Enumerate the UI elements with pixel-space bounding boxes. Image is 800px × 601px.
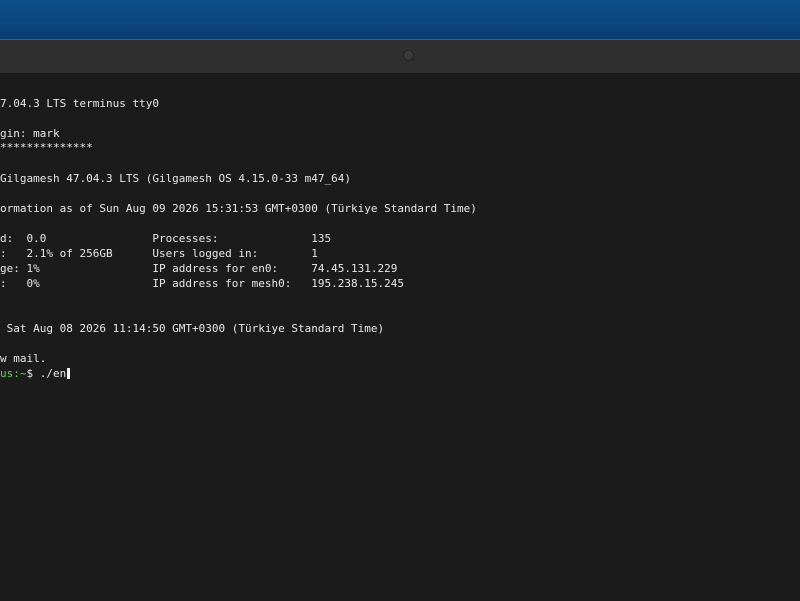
terminal-line: gin: mark [0,127,60,140]
terminal-line: Sat Aug 08 2026 11:14:50 GMT+0300 (Türki… [0,322,385,335]
terminal-line: Gilgamesh 47.04.3 LTS (Gilgamesh OS 4.15… [0,172,351,185]
terminal-output[interactable]: 7.04.3 LTS terminus tty0 gin: mark *****… [0,73,800,601]
terminal-line: : 0% IP address for mesh0: 195.238.15.24… [0,277,404,290]
text-cursor [67,368,71,379]
prompt-line[interactable]: us:~$ ./en [0,366,71,381]
terminal-line: ************** [0,141,93,154]
prompt-path: us:~ [0,367,27,380]
terminal-line: ge: 1% IP address for en0: 74.45.131.229 [0,262,398,275]
terminal-line: 7.04.3 LTS terminus tty0 [0,97,159,110]
terminal-line: d: 0.0 Processes: 135 [0,232,332,245]
terminal-line: w mail. [0,352,47,365]
terminal-window: 7.04.3 LTS terminus tty0 gin: mark *****… [0,39,800,601]
terminal-line: ormation as of Sun Aug 09 2026 15:31:53 … [0,202,477,215]
window-control-dot-icon[interactable] [403,50,414,61]
desktop-top-bar [0,0,800,39]
prompt-symbol: $ [26,367,40,380]
command-input[interactable]: ./en [40,367,67,380]
window-titlebar[interactable] [0,40,800,73]
terminal-line: : 2.1% of 256GB Users logged in: 1 [0,247,318,260]
